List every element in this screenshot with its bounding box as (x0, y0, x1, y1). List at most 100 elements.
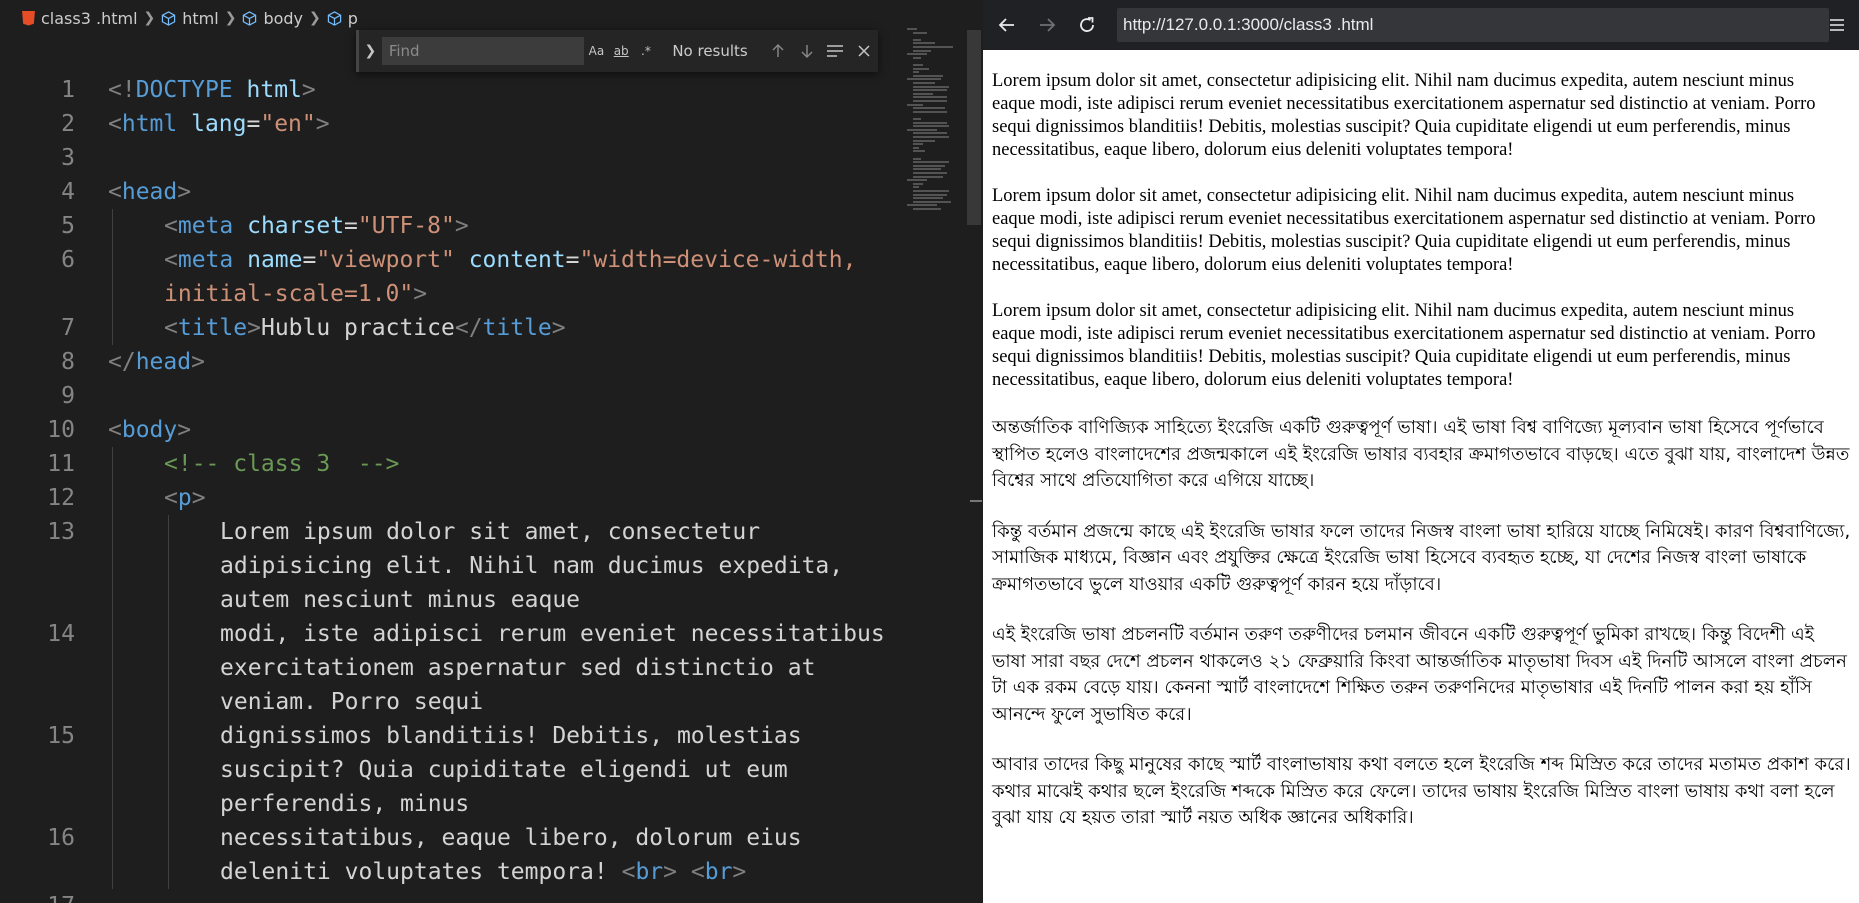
code-line[interactable]: 6 <meta name="viewport" content="width=de… (0, 243, 900, 277)
minimap-line (913, 38, 921, 41)
indent-guide (112, 651, 113, 685)
indent-guide (112, 821, 113, 855)
code-text: Lorem ipsum dolor sit amet, consectetur (220, 515, 760, 549)
minimap-line (907, 103, 923, 106)
code-line[interactable]: 9 (0, 379, 900, 413)
code-token: "en" (260, 111, 316, 137)
code-editor[interactable]: class3 .html ❯ html ❯ body ❯ p 1 <!DOCTYP… (0, 0, 983, 903)
code-line[interactable]: exercitationem aspernatur sed distinctio… (0, 651, 900, 685)
code-line[interactable]: 8 </head> (0, 345, 900, 379)
code-line[interactable]: veniam. Porro sequi (0, 685, 900, 719)
code-line[interactable]: 7 <title>Hublu practice</title> (0, 311, 900, 345)
code-line[interactable]: 15 dignissimos blanditiis! Debitis, moles… (0, 719, 900, 753)
code-line[interactable]: initial-scale=1.0"> (0, 277, 900, 311)
line-number: 8 (61, 349, 75, 375)
code-line[interactable]: 4 <head> (0, 175, 900, 209)
previous-match-arrow-up-icon[interactable] (764, 37, 793, 65)
code-token: Hublu practice (260, 315, 455, 341)
reload-icon[interactable] (1067, 5, 1107, 45)
code-line[interactable]: 13 Lorem ipsum dolor sit amet, consectetu… (0, 515, 900, 549)
code-line[interactable]: autem nesciunt minus eaque (0, 583, 900, 617)
indent-guide (112, 481, 113, 515)
match-case-button[interactable]: Aa (584, 44, 609, 58)
indent-guide (112, 447, 113, 481)
breadcrumb-item-file[interactable]: class3 .html (22, 9, 138, 28)
arrow-right-icon[interactable] (1027, 5, 1067, 45)
code-line[interactable]: adipisicing elit. Nihil nam ducimus expe… (0, 549, 900, 583)
minimap-line (913, 85, 949, 88)
arrow-left-icon[interactable] (987, 5, 1027, 45)
browser-toolbar: http://127.0.0.1:3000/class3 .html (983, 0, 1859, 50)
find-input[interactable] (381, 37, 585, 65)
code-line[interactable]: 2 <html lang="en"> (0, 107, 900, 141)
line-number: 10 (47, 417, 75, 443)
code-line[interactable]: 14 modi, iste adipisci rerum eveniet nece… (0, 617, 900, 651)
indent-guide (112, 753, 113, 787)
code-line[interactable]: deleniti voluptates tempora! <br> <br> (0, 855, 900, 889)
match-whole-word-button[interactable]: ab (609, 44, 634, 58)
editor-scrollbar[interactable] (967, 30, 981, 225)
code-token: < (164, 485, 178, 511)
minimap-line (913, 74, 943, 77)
minimap-line (913, 136, 949, 138)
line-number: 14 (47, 621, 75, 647)
code-line[interactable]: 11 <!-- class 3 --> (0, 447, 900, 481)
code-token: = (246, 111, 261, 137)
code-line[interactable]: 12 <p> (0, 481, 900, 515)
code-token: meta (177, 247, 234, 273)
code-token: "viewport" (316, 247, 455, 273)
lorem-paragraph: Lorem ipsum dolor sit amet, consectetur … (992, 186, 1816, 275)
indent-guide (168, 855, 169, 889)
code-line[interactable]: 16 necessitatibus, eaque libero, dolorum … (0, 821, 900, 855)
next-match-arrow-down-icon[interactable] (792, 37, 821, 65)
code-token: head (121, 179, 178, 205)
minimap-line (913, 49, 931, 52)
code-text: dignissimos blanditiis! Debitis, molesti… (220, 719, 802, 753)
code-text: <meta charset="UTF-8"> (164, 209, 469, 243)
breadcrumb-body-label: body (263, 8, 304, 28)
minimap-line (913, 143, 923, 146)
close-find-icon[interactable] (849, 37, 878, 65)
code-line[interactable]: 10 <body> (0, 413, 900, 447)
code-text: adipisicing elit. Nihil nam ducimus expe… (220, 549, 843, 583)
element-cube-icon (243, 10, 257, 26)
breadcrumb-item-p[interactable]: p (327, 9, 358, 28)
hamburger-menu-icon[interactable] (1819, 7, 1855, 43)
minimap-line (913, 150, 925, 153)
minimap-line (913, 146, 919, 149)
code-token: </ (454, 315, 483, 341)
use-regex-button[interactable]: .* (634, 44, 659, 58)
indent-guide (112, 549, 113, 583)
minimap[interactable] (905, 28, 965, 218)
code-token: > (315, 111, 330, 137)
code-line[interactable]: 5 <meta charset="UTF-8"> (0, 209, 900, 243)
lorem-paragraph: Lorem ipsum dolor sit amet, consectetur … (992, 71, 1816, 160)
breadcrumb-item-body[interactable]: body (242, 9, 303, 28)
code-token: > (191, 349, 205, 375)
line-number: 2 (61, 111, 75, 137)
code-line[interactable]: suscipit? Quia cupiditate eligendi ut eu… (0, 753, 900, 787)
code-line[interactable]: 17 (0, 889, 900, 903)
code-text: <!DOCTYPE html> (108, 73, 316, 107)
code-token: "UTF-8" (357, 213, 455, 239)
minimap-line (913, 100, 947, 102)
indent-guide (168, 515, 169, 549)
code-text: modi, iste adipisci rerum eveniet necess… (220, 617, 885, 651)
code-token: name (247, 247, 303, 273)
line-number: 1 (61, 77, 75, 103)
address-bar[interactable]: http://127.0.0.1:3000/class3 .html (1117, 8, 1829, 42)
breadcrumb-item-html[interactable]: html (161, 9, 219, 28)
code-token: > (551, 315, 566, 341)
indent-guide (112, 209, 113, 243)
indent-guide (112, 685, 113, 719)
code-token: > (177, 179, 192, 205)
code-line[interactable]: perferendis, minus (0, 787, 900, 821)
code-line[interactable]: 1 <!DOCTYPE html> (0, 73, 900, 107)
minimap-line (913, 46, 953, 48)
toggle-replace-chevron-icon[interactable]: ❯ (359, 43, 382, 59)
find-in-selection-icon[interactable] (821, 37, 850, 65)
code-line[interactable]: 3 (0, 141, 900, 175)
